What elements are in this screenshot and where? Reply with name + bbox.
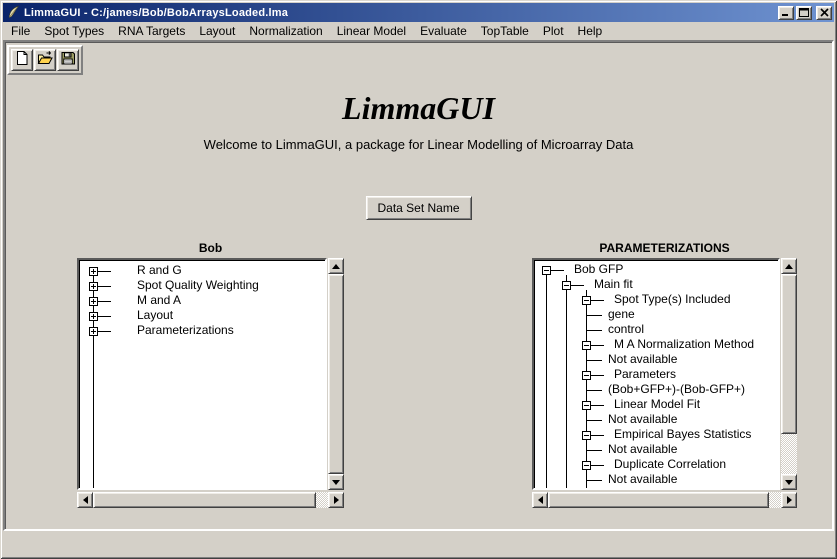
tree-expand-box[interactable] bbox=[89, 327, 98, 336]
tree-node-label[interactable]: Spot Quality Weighting bbox=[137, 278, 259, 293]
menu-item-evaluate[interactable]: Evaluate bbox=[413, 23, 474, 40]
tree-expand-box[interactable] bbox=[89, 312, 98, 321]
scrollbar-thumb[interactable] bbox=[93, 492, 316, 508]
scroll-right-button[interactable] bbox=[781, 492, 797, 508]
scroll-left-button[interactable] bbox=[77, 492, 93, 508]
tree-collapse-box[interactable] bbox=[542, 266, 551, 275]
parameterizations-tree: PARAMETERIZATIONS Bob GFPMain fitSpot Ty… bbox=[532, 241, 797, 508]
tree-node-label[interactable]: Not available bbox=[608, 472, 677, 487]
tree-node-label[interactable]: Main fit bbox=[594, 277, 633, 292]
menu-item-linear-model[interactable]: Linear Model bbox=[330, 23, 413, 40]
tree-collapse-box[interactable] bbox=[582, 431, 591, 440]
tree-node-label[interactable]: Parameterizations bbox=[137, 323, 234, 338]
tree-node-label[interactable]: Bob GFP bbox=[574, 262, 623, 277]
new-file-button[interactable] bbox=[11, 49, 33, 71]
scroll-right-button[interactable] bbox=[328, 492, 344, 508]
close-icon[interactable] bbox=[816, 6, 832, 20]
tree-collapse-box[interactable] bbox=[582, 371, 591, 380]
arrow-up-icon bbox=[785, 264, 793, 269]
data-set-name-button[interactable]: Data Set Name bbox=[365, 196, 471, 220]
scroll-up-button[interactable] bbox=[328, 258, 344, 274]
tree-collapse-box[interactable] bbox=[582, 341, 591, 350]
new-document-icon bbox=[14, 50, 30, 71]
tree-node-label[interactable]: Linear Model Fit bbox=[614, 397, 700, 412]
scroll-left-button[interactable] bbox=[532, 492, 548, 508]
arrow-up-icon bbox=[332, 264, 340, 269]
feather-icon bbox=[6, 5, 21, 20]
tree-node-label[interactable]: M and A bbox=[137, 293, 181, 308]
tree-expand-box[interactable] bbox=[89, 267, 98, 276]
app-window: LimmaGUI - C:/james/Bob/BobArraysLoaded.… bbox=[0, 0, 837, 559]
window-title: LimmaGUI - C:/james/Bob/BobArraysLoaded.… bbox=[24, 7, 774, 19]
tree-title: PARAMETERIZATIONS bbox=[532, 241, 797, 258]
tree-node-label[interactable]: Spot Type(s) Included bbox=[614, 292, 731, 307]
menubar: FileSpot TypesRNA TargetsLayoutNormaliza… bbox=[3, 22, 834, 40]
vertical-scrollbar[interactable] bbox=[781, 258, 797, 490]
tree-collapse-box[interactable] bbox=[582, 296, 591, 305]
horizontal-scrollbar[interactable] bbox=[77, 492, 344, 508]
titlebar[interactable]: LimmaGUI - C:/james/Bob/BobArraysLoaded.… bbox=[3, 3, 834, 22]
minimize-button[interactable] bbox=[778, 6, 794, 20]
data-set-tree: Bob R and GSpot Quality WeightingM and A… bbox=[77, 241, 344, 508]
tree-node-label[interactable]: gene bbox=[608, 307, 635, 322]
horizontal-scrollbar[interactable] bbox=[532, 492, 797, 508]
open-file-button[interactable] bbox=[34, 49, 56, 71]
tree-node-label[interactable]: Parameters bbox=[614, 367, 676, 382]
tree-node-label[interactable]: Layout bbox=[137, 308, 173, 323]
scrollbar-thumb[interactable] bbox=[781, 274, 797, 434]
tree-node-label[interactable]: Empirical Bayes Statistics bbox=[614, 427, 751, 442]
scrollbar-thumb[interactable] bbox=[328, 274, 344, 474]
tree-expand-box[interactable] bbox=[89, 282, 98, 291]
tree-node-label[interactable]: Duplicate Correlation bbox=[614, 457, 726, 472]
page-title: LimmaGUI bbox=[5, 90, 832, 127]
vertical-scrollbar[interactable] bbox=[328, 258, 344, 490]
tree-node-label[interactable]: M A Normalization Method bbox=[614, 337, 754, 352]
tree-title: Bob bbox=[77, 241, 344, 258]
tree-collapse-box[interactable] bbox=[582, 401, 591, 410]
toolbar-group bbox=[7, 45, 83, 75]
tree-node-label[interactable]: Not available bbox=[608, 412, 677, 427]
menu-item-layout[interactable]: Layout bbox=[192, 23, 242, 40]
tree-canvas: R and GSpot Quality WeightingM and ALayo… bbox=[77, 258, 327, 490]
arrow-left-icon bbox=[83, 496, 88, 504]
open-folder-icon bbox=[37, 50, 53, 71]
arrow-down-icon bbox=[785, 480, 793, 485]
tree-node-label[interactable]: (Bob+GFP+)-(Bob-GFP+) bbox=[608, 382, 745, 397]
menu-item-help[interactable]: Help bbox=[571, 23, 610, 40]
tree-canvas: Bob GFPMain fitSpot Type(s) Includedgene… bbox=[532, 258, 780, 490]
save-floppy-icon bbox=[60, 50, 76, 71]
arrow-right-icon bbox=[787, 496, 792, 504]
menu-item-file[interactable]: File bbox=[4, 23, 37, 40]
scrollbar-thumb[interactable] bbox=[548, 492, 769, 508]
menu-item-rna-targets[interactable]: RNA Targets bbox=[111, 23, 192, 40]
scroll-down-button[interactable] bbox=[781, 474, 797, 490]
welcome-text: Welcome to LimmaGUI, a package for Linea… bbox=[5, 137, 832, 152]
save-file-button[interactable] bbox=[57, 49, 79, 71]
main-content-frame: LimmaGUI Welcome to LimmaGUI, a package … bbox=[3, 40, 834, 531]
tree-node-label[interactable]: control bbox=[608, 322, 644, 337]
tree-node-label[interactable]: Not available bbox=[608, 442, 677, 457]
menu-item-plot[interactable]: Plot bbox=[536, 23, 571, 40]
tree-collapse-box[interactable] bbox=[582, 461, 591, 470]
toolbar bbox=[7, 45, 83, 75]
maximize-button[interactable] bbox=[796, 6, 812, 20]
tree-collapse-box[interactable] bbox=[562, 281, 571, 290]
tree-expand-box[interactable] bbox=[89, 297, 98, 306]
tree-node-label[interactable]: R and G bbox=[137, 263, 182, 278]
tree-node-label[interactable]: Not available bbox=[608, 352, 677, 367]
menu-item-normalization[interactable]: Normalization bbox=[242, 23, 329, 40]
menu-item-spot-types[interactable]: Spot Types bbox=[37, 23, 111, 40]
arrow-left-icon bbox=[538, 496, 543, 504]
menu-item-toptable[interactable]: TopTable bbox=[474, 23, 536, 40]
arrow-right-icon bbox=[334, 496, 339, 504]
arrow-down-icon bbox=[332, 480, 340, 485]
scroll-down-button[interactable] bbox=[328, 474, 344, 490]
scroll-up-button[interactable] bbox=[781, 258, 797, 274]
